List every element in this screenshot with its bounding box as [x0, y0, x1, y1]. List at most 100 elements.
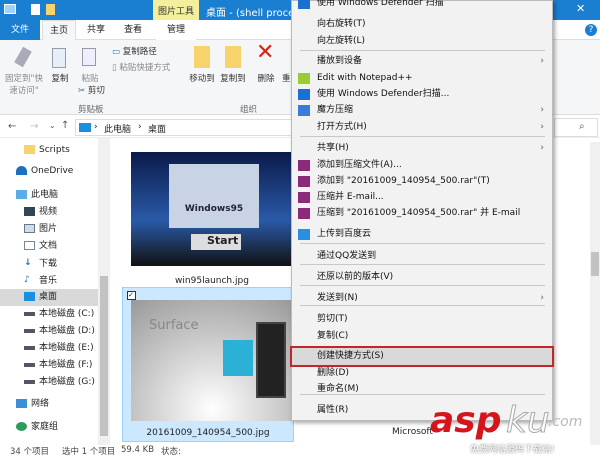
menu-item-label: 通过QQ发送到 [317, 251, 377, 261]
new-folder-icon[interactable] [46, 4, 55, 15]
menu-item[interactable]: 通过QQ发送到 [292, 248, 552, 265]
watermark-suffix: .com [548, 414, 583, 430]
menu-item[interactable]: 向左旋转(L) [292, 33, 552, 50]
delete-button[interactable]: 删除 [254, 72, 278, 84]
cube-icon [298, 105, 310, 116]
menu-item[interactable]: 发送到(N) › [292, 290, 552, 307]
copy-path-button[interactable]: ▭ 复制路径 [112, 45, 157, 57]
menu-item-label: Edit with Notepad++ [317, 73, 413, 83]
back-icon[interactable]: ← [8, 121, 16, 132]
nav-item-scripts[interactable]: Scripts [0, 142, 98, 159]
tab-home[interactable]: 主页 [42, 20, 76, 40]
menu-item[interactable]: 播放到设备 › [292, 53, 552, 70]
copy-to-button[interactable]: 复制到 [217, 72, 249, 84]
file-name[interactable]: Microsoft [392, 427, 433, 437]
nav-item-this-pc[interactable]: 此电脑 [0, 187, 98, 204]
nav-label: 本地磁盘 (F:) [39, 360, 93, 370]
menu-item[interactable]: 上传到百度云 [292, 226, 552, 243]
surface-logo-text: Surface [149, 318, 199, 333]
menu-item[interactable]: 还原以前的版本(V) [292, 269, 552, 286]
up-icon[interactable]: ↑ [61, 120, 69, 131]
nav-item-network[interactable]: 网络 [0, 396, 98, 413]
menu-item[interactable]: 删除(D) [292, 365, 552, 382]
item-checkbox[interactable]: ✓ [127, 291, 136, 300]
nav-item-onedrive[interactable]: OneDrive [0, 163, 98, 180]
menu-item[interactable]: 使用 Windows Defender扫描... [292, 86, 552, 103]
nav-item-drive-g[interactable]: 本地磁盘 (G:) [0, 374, 98, 391]
menu-item[interactable]: 添加到 "20161009_140954_500.rar"(T) [292, 173, 552, 190]
menu-item[interactable]: 使用 Windows Defender 扫描 [292, 0, 552, 12]
nav-item-drive-c[interactable]: 本地磁盘 (C:) [0, 306, 98, 323]
menu-separator [300, 136, 545, 137]
nav-item-documents[interactable]: 文档 [0, 238, 98, 255]
watermark-tagline: 免费网站源码下载站! [470, 445, 555, 455]
menu-item[interactable]: 创建快捷方式(S) [290, 346, 554, 367]
recent-chevron-icon[interactable]: ⌄ [49, 121, 56, 130]
menu-item[interactable]: 重命名(M) [292, 381, 552, 398]
context-menu: 使用 Windows Defender 扫描向右旋转(T) 向左旋转(L) 播放到设… [290, 0, 554, 421]
help-icon[interactable]: ? [585, 24, 597, 36]
organize-group-label: 组织 [240, 105, 258, 115]
selected-size: 59.4 KB [121, 445, 155, 455]
copy-path-icon: ▭ [112, 47, 121, 57]
menu-item[interactable]: 压缩到 "20161009_140954_500.rar" 并 E-mail [292, 205, 552, 222]
menu-item[interactable]: 复制(C) [292, 328, 552, 345]
tab-manage[interactable]: 管理 [156, 20, 196, 40]
move-to-button[interactable]: 移动到 [186, 72, 218, 84]
tab-view[interactable]: 查看 [116, 20, 150, 40]
nav-item-homegroup[interactable]: 家庭组 [0, 419, 98, 436]
music-icon: ♪ [24, 275, 30, 285]
thumbnail-win95launch[interactable]: Windows95 Start [131, 152, 293, 266]
winrar-icon [298, 192, 310, 203]
winrar-icon [298, 176, 310, 187]
paste-button[interactable]: 粘贴 [78, 72, 102, 84]
picture-icon [24, 224, 35, 233]
pin-quick-access-button[interactable]: 固定到"快速访问" [2, 72, 46, 96]
file-name[interactable]: win95launch.jpg [131, 276, 293, 286]
nav-item-downloads[interactable]: ↓ 下载 [0, 255, 98, 272]
drive-icon [24, 379, 35, 384]
menu-item-label: 向右旋转(T) [317, 19, 366, 29]
nav-item-drive-f[interactable]: 本地磁盘 (F:) [0, 357, 98, 374]
win95-logo-text: Windows95 [184, 204, 244, 214]
nav-item-music[interactable]: ♪ 音乐 [0, 272, 98, 289]
rename-button[interactable]: 重 [282, 72, 291, 84]
file-name[interactable]: 20161009_140954_500.jpg [122, 428, 294, 438]
menu-item[interactable]: 压缩并 E-mail... [292, 189, 552, 206]
paste-shortcut-button[interactable]: ▯ 粘贴快捷方式 [112, 61, 170, 73]
menu-item[interactable]: 打开方式(H) › [292, 119, 552, 136]
winrar-icon [298, 208, 310, 219]
state-label: 状态: [161, 447, 181, 457]
nav-item-drive-e[interactable]: 本地磁盘 (E:) [0, 340, 98, 357]
close-icon[interactable]: ✕ [576, 2, 585, 15]
nav-item-videos[interactable]: 视频 [0, 204, 98, 221]
submenu-arrow-icon: › [540, 105, 544, 115]
winrar-icon [298, 160, 310, 171]
scrollbar-thumb[interactable] [100, 276, 108, 436]
explorer-icon [4, 4, 16, 14]
search-box[interactable]: ⌕ [554, 118, 598, 137]
nav-item-pictures[interactable]: 图片 [0, 221, 98, 238]
menu-item[interactable]: 向右旋转(T) [292, 16, 552, 33]
menu-item[interactable]: 共享(H) › [292, 140, 552, 157]
breadcrumb-desktop[interactable]: 桌面 [148, 122, 166, 135]
nav-scrollbar[interactable] [98, 138, 110, 445]
properties-icon[interactable] [31, 4, 40, 15]
menu-item[interactable]: 添加到压缩文件(A)... [292, 157, 552, 174]
menu-item[interactable]: 魔方压缩 › [292, 102, 552, 119]
watermark-logo: asp ku .com 免费网站源码下载站! [430, 400, 600, 458]
scrollbar-thumb[interactable] [591, 252, 599, 276]
breadcrumb-this-pc[interactable]: 此电脑 [104, 122, 131, 135]
menu-item[interactable]: 剪切(T) [292, 311, 552, 328]
tab-file[interactable]: 文件 [0, 20, 40, 40]
menu-item[interactable]: Edit with Notepad++ [292, 70, 552, 87]
cut-button[interactable]: ✂ 剪切 [78, 84, 105, 96]
copy-button[interactable]: 复制 [48, 72, 72, 84]
forward-icon[interactable]: → [30, 121, 38, 132]
move-to-icon [194, 46, 210, 68]
tab-share[interactable]: 共享 [80, 20, 112, 40]
menu-item-label: 属性(R) [317, 405, 349, 415]
nav-item-drive-d[interactable]: 本地磁盘 (D:) [0, 323, 98, 340]
nav-item-desktop[interactable]: 桌面 [0, 289, 98, 306]
thumbnail-surface[interactable]: Surface [131, 300, 293, 421]
